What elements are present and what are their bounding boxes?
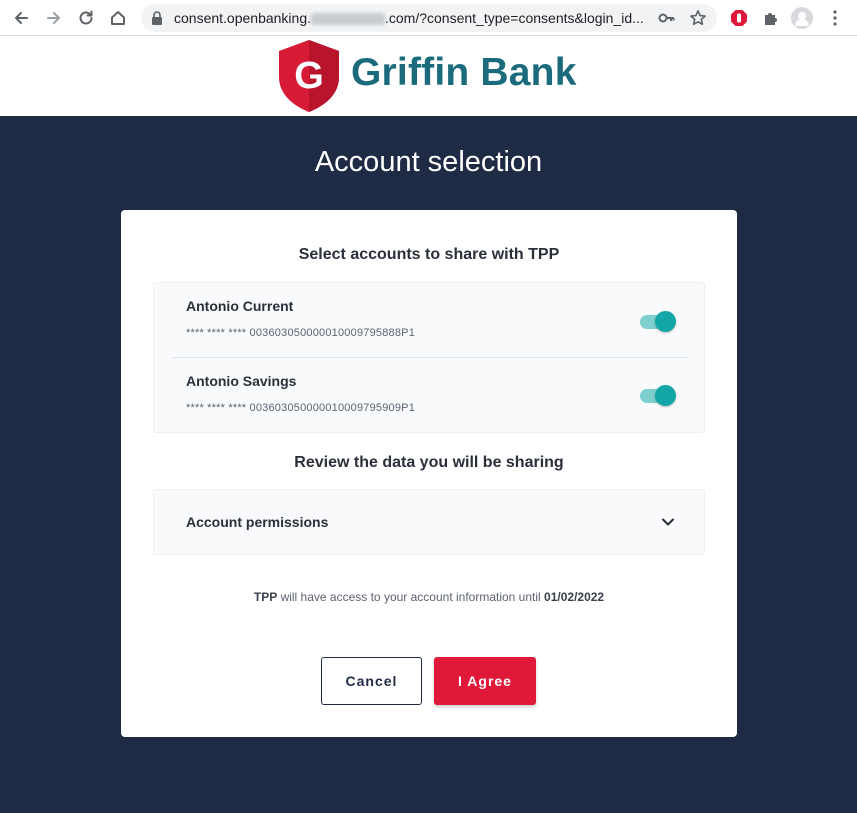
- account-name: Antonio Current: [186, 298, 294, 314]
- browser-menu-icon[interactable]: [824, 7, 846, 29]
- back-arrow-icon[interactable]: [10, 7, 32, 29]
- bookmark-star-icon[interactable]: [689, 9, 707, 32]
- extensions-puzzle-icon[interactable]: [760, 7, 782, 29]
- account-share-toggle[interactable]: [640, 311, 676, 332]
- account-name: Antonio Savings: [186, 373, 297, 389]
- adblock-extension-icon[interactable]: [728, 7, 750, 29]
- account-item: Antonio Current **** **** **** 003603050…: [154, 283, 706, 358]
- key-icon[interactable]: [658, 10, 676, 31]
- page-title: Account selection: [314, 146, 543, 178]
- address-bar[interactable]: consent.openbanking. .com/?consent_type=c…: [141, 4, 717, 32]
- chevron-down-icon: [660, 514, 676, 535]
- cancel-button[interactable]: Cancel: [321, 657, 422, 705]
- browser-toolbar: consent.openbanking. .com/?consent_type=c…: [0, 0, 857, 36]
- home-icon[interactable]: [107, 7, 129, 29]
- account-number: **** **** **** 003603050000010009795888P…: [186, 327, 416, 339]
- consent-card: Select accounts to share with TPP Antoni…: [121, 210, 737, 737]
- bank-name: Griffin Bank: [351, 51, 577, 94]
- lock-icon: [151, 11, 163, 30]
- review-section-title: Review the data you will be sharing: [294, 454, 564, 471]
- profile-avatar-icon[interactable]: [791, 7, 813, 29]
- forward-arrow-icon[interactable]: [43, 7, 65, 29]
- url-text: consent.openbanking. .com/?consent_type=c…: [174, 10, 644, 26]
- account-number: **** **** **** 003603050000010009795909P…: [186, 402, 416, 414]
- account-item: Antonio Savings **** **** **** 003603050…: [154, 358, 706, 433]
- accounts-list: Antonio Current **** **** **** 003603050…: [153, 282, 705, 433]
- svg-text:G: G: [294, 55, 324, 97]
- accounts-section-title: Select accounts to share with TPP: [298, 246, 560, 263]
- account-permissions-accordion[interactable]: Account permissions: [153, 489, 705, 555]
- reload-icon[interactable]: [75, 7, 97, 29]
- access-expiry-note: TPP will have access to your account inf…: [121, 590, 737, 604]
- agree-button[interactable]: I Agree: [434, 657, 536, 705]
- access-note-text: will have access to your account informa…: [280, 590, 541, 604]
- account-share-toggle[interactable]: [640, 385, 676, 406]
- griffin-bank-logo-icon: G: [278, 39, 340, 118]
- expiry-date: 01/02/2022: [544, 590, 605, 604]
- redacted-domain: [311, 13, 385, 26]
- permissions-label: Account permissions: [186, 514, 329, 530]
- third-party-name: TPP: [253, 590, 278, 604]
- bank-header: G Griffin Bank: [0, 36, 857, 116]
